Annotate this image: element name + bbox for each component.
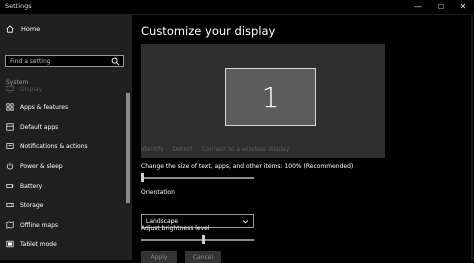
- battery-icon: [6, 184, 14, 188]
- home-icon: [6, 25, 14, 33]
- display-links: Identify Detect Connect to a wireless di…: [141, 146, 289, 153]
- sidebar-item-display[interactable]: Display: [6, 83, 42, 95]
- connect-wireless-display-link[interactable]: Connect to a wireless display: [202, 146, 290, 153]
- sidebar-item-label: Default apps: [20, 123, 59, 131]
- sidebar-item-label: Tablet mode: [20, 240, 57, 248]
- search-icon[interactable]: [111, 57, 120, 66]
- search-input[interactable]: Find a setting: [5, 55, 124, 67]
- scale-slider-thumb[interactable]: [141, 173, 144, 182]
- close-button[interactable]: ✕: [452, 0, 474, 14]
- cancel-button[interactable]: Cancel: [185, 251, 221, 263]
- sidebar-item-storage[interactable]: Storage: [6, 199, 43, 211]
- display-icon: [6, 85, 14, 93]
- sidebar-item-label: Apps & features: [20, 103, 69, 111]
- sidebar-item-label: Storage: [20, 201, 44, 209]
- sidebar-item-offline-maps[interactable]: Offline maps: [6, 219, 58, 231]
- sidebar-item-label: Battery: [20, 182, 43, 190]
- storage-icon: [6, 203, 14, 207]
- monitor-1[interactable]: 1: [225, 68, 316, 126]
- sidebar-item-notifications[interactable]: Notifications & actions: [6, 140, 88, 152]
- home-nav-item[interactable]: Home: [6, 25, 40, 33]
- minimize-button[interactable]: —: [407, 0, 429, 14]
- sidebar-item-battery[interactable]: Battery: [6, 180, 42, 192]
- identify-link[interactable]: Identify: [141, 146, 164, 153]
- sidebar-item-apps-features[interactable]: Apps & features: [6, 101, 68, 113]
- sidebar: Home Find a setting System Display Apps …: [0, 15, 132, 260]
- brightness-label: Adjust brightness level: [141, 225, 210, 232]
- tablet-mode-icon: [6, 240, 14, 248]
- window-title: Settings: [5, 2, 32, 10]
- home-label: Home: [21, 25, 41, 33]
- offline-maps-icon: [6, 221, 14, 229]
- title-bar: Settings — ☐ ✕: [0, 0, 474, 15]
- power-icon: [6, 162, 14, 170]
- sidebar-scrollbar[interactable]: [126, 93, 130, 203]
- chevron-down-icon: [242, 220, 249, 224]
- sidebar-item-label: Display: [20, 85, 43, 93]
- sidebar-item-tablet-mode[interactable]: Tablet mode: [6, 238, 57, 250]
- sidebar-item-label: Offline maps: [20, 221, 59, 229]
- sidebar-item-label: Notifications & actions: [20, 142, 88, 150]
- default-apps-icon: [6, 123, 14, 131]
- apply-button[interactable]: Apply: [141, 251, 177, 263]
- search-placeholder: Find a setting: [10, 58, 51, 65]
- notifications-icon: [6, 143, 14, 149]
- scale-label: Change the size of text, apps, and other…: [141, 163, 354, 170]
- scale-slider-track[interactable]: [141, 177, 254, 179]
- maximize-button[interactable]: ☐: [430, 0, 452, 14]
- page-title: Customize your display: [141, 24, 276, 38]
- brightness-slider-thumb[interactable]: [201, 235, 205, 244]
- content-scrollbar[interactable]: [471, 16, 473, 260]
- main-content: Customize your display 1 Identify Detect…: [133, 15, 474, 263]
- orientation-value: Landscape: [146, 218, 179, 225]
- apps-icon: [6, 103, 14, 111]
- brightness-slider-track[interactable]: [141, 239, 254, 241]
- detect-link[interactable]: Detect: [173, 146, 193, 153]
- sidebar-item-power-sleep[interactable]: Power & sleep: [6, 160, 63, 172]
- orientation-label: Orientation: [141, 189, 175, 196]
- sidebar-item-default-apps[interactable]: Default apps: [6, 121, 58, 133]
- display-preview: 1: [141, 44, 385, 158]
- sidebar-item-label: Power & sleep: [20, 162, 63, 170]
